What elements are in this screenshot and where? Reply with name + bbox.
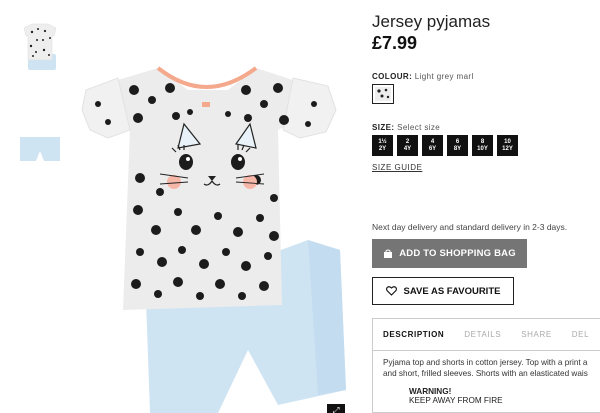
size-top: 2 bbox=[405, 138, 410, 145]
tab-description[interactable]: DESCRIPTION bbox=[373, 319, 454, 350]
thumbnail-outfit[interactable] bbox=[14, 20, 66, 76]
size-option-1-2y[interactable]: 1½ 2Y bbox=[372, 135, 393, 156]
product-details-panel: DESCRIPTION DETAILS SHARE DEL Pyjama top… bbox=[372, 318, 600, 413]
pyjama-set-thumbnail-icon bbox=[23, 23, 57, 70]
size-label-key: SIZE: bbox=[372, 123, 395, 132]
colour-value: Light grey marl bbox=[414, 72, 474, 81]
zoom-icon[interactable]: ⤢ bbox=[327, 404, 345, 413]
size-bottom: 12Y bbox=[502, 145, 513, 152]
colour-label-key: COLOUR: bbox=[372, 72, 413, 81]
save-favourite-label: SAVE AS FAVOURITE bbox=[403, 285, 501, 297]
delivery-info: Next day delivery and standard delivery … bbox=[372, 222, 568, 232]
size-option-4-6y[interactable]: 4 6Y bbox=[422, 135, 443, 156]
description-text: Pyjama top and shorts in cotton jersey. … bbox=[383, 358, 588, 378]
size-guide-link[interactable]: SIZE GUIDE bbox=[372, 163, 422, 172]
add-to-bag-button[interactable]: ADD TO SHOPPING BAG bbox=[372, 239, 527, 268]
size-bottom: 8Y bbox=[453, 145, 462, 152]
size-options: 1½ 2Y 2 4Y 4 6Y 6 8Y 8 10Y 10 12Y bbox=[372, 135, 518, 156]
details-tabs: DESCRIPTION DETAILS SHARE DEL bbox=[373, 319, 600, 351]
size-option-10-12y[interactable]: 10 12Y bbox=[497, 135, 518, 156]
tab-details[interactable]: DETAILS bbox=[454, 319, 511, 350]
product-info: Jersey pyjamas £7.99 COLOUR: Light grey … bbox=[372, 0, 600, 413]
size-bottom: 2Y bbox=[378, 145, 387, 152]
warning-text: KEEP AWAY FROM FIRE bbox=[409, 396, 503, 405]
save-favourite-button[interactable]: SAVE AS FAVOURITE bbox=[372, 277, 514, 305]
colour-swatch[interactable] bbox=[372, 84, 394, 104]
tab-share[interactable]: SHARE bbox=[511, 319, 562, 350]
heart-icon bbox=[385, 286, 397, 296]
size-top: 1½ bbox=[378, 138, 387, 145]
product-title: Jersey pyjamas bbox=[372, 12, 491, 31]
size-bottom: 6Y bbox=[428, 145, 437, 152]
thumbnail-list bbox=[14, 20, 66, 222]
size-option-6-8y[interactable]: 6 8Y bbox=[447, 135, 468, 156]
size-top: 10 bbox=[504, 138, 511, 145]
size-bottom: 4Y bbox=[403, 145, 412, 152]
size-bottom: 10Y bbox=[477, 145, 488, 152]
product-image bbox=[78, 60, 358, 413]
add-to-bag-label: ADD TO SHOPPING BAG bbox=[399, 248, 516, 259]
product-price: £7.99 bbox=[372, 33, 418, 53]
warning-title: WARNING! bbox=[409, 387, 452, 396]
size-option-8-10y[interactable]: 8 10Y bbox=[472, 135, 493, 156]
size-top: 6 bbox=[455, 138, 460, 145]
thumbnail-shorts[interactable] bbox=[14, 121, 66, 177]
tab-delivery[interactable]: DEL bbox=[562, 319, 599, 350]
size-label: SIZE: Select size bbox=[372, 123, 440, 132]
size-option-2-4y[interactable]: 2 4Y bbox=[397, 135, 418, 156]
shopping-bag-icon bbox=[384, 249, 393, 258]
dotted-pattern-icon bbox=[375, 87, 391, 101]
colour-label: COLOUR: Light grey marl bbox=[372, 72, 474, 81]
size-top: 4 bbox=[430, 138, 435, 145]
size-value: Select size bbox=[397, 123, 441, 132]
shorts-thumbnail-icon bbox=[20, 137, 60, 161]
size-top: 8 bbox=[480, 138, 485, 145]
